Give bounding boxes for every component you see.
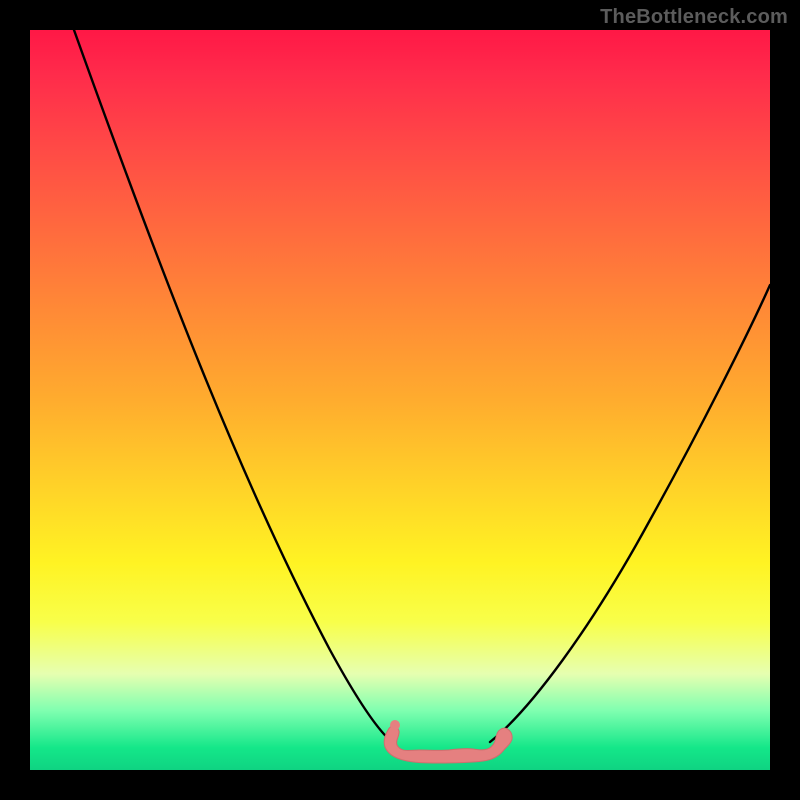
watermark-text: TheBottleneck.com — [600, 6, 788, 29]
valley-floor-blob — [384, 726, 512, 763]
curve-left-branch — [74, 30, 392, 742]
chart-frame: TheBottleneck.com — [0, 0, 800, 800]
chart-plot-area — [30, 30, 770, 770]
curve-right-branch — [490, 285, 770, 742]
chart-overlay-svg — [30, 30, 770, 770]
valley-floor-dot — [390, 720, 400, 730]
